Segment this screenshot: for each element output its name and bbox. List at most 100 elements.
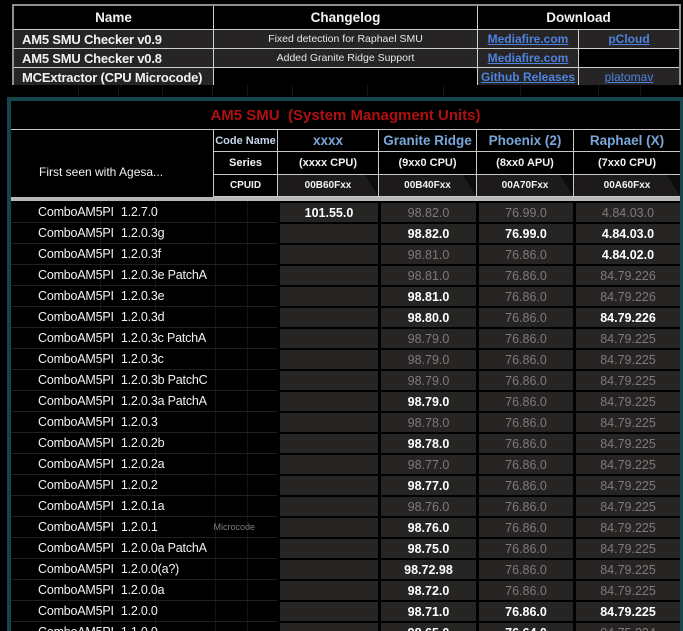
smu-value-raphael: 84.79.225: [573, 369, 680, 390]
agesa-version: 1.2.0.3d: [121, 310, 165, 324]
agesa-prefix: ComboAM5PI: [38, 331, 114, 345]
table-row: ComboAM5PI1.2.0.1 Microcode 98.76.0 76.8…: [11, 516, 680, 537]
smu-value-granite-ridge: 98.81.0: [378, 285, 476, 306]
series-label: Series: [213, 152, 277, 175]
agesa-version: 1.2.0.3e: [121, 289, 165, 303]
agesa-version: 1.2.0.1a: [121, 499, 165, 513]
smu-value-raphael: 84.79.225: [573, 579, 680, 600]
column-header-granite-ridge: Granite Ridge: [378, 130, 476, 152]
download-cell: Mediafire.com: [477, 48, 578, 67]
smu-value-xxxx: [277, 306, 378, 327]
agesa-prefix: ComboAM5PI: [38, 394, 114, 408]
smu-value-xxxx: [277, 264, 378, 285]
download-cell: Github Releases: [477, 67, 578, 86]
agesa-name-cell: ComboAM5PI1.2.0.3g: [11, 222, 277, 243]
smu-value-granite-ridge: 98.82.0: [378, 222, 476, 243]
agesa-prefix: ComboAM5PI: [38, 604, 114, 618]
agesa-version: 1.2.0.0a: [121, 583, 165, 597]
series-granite-ridge: (9xx0 CPU): [378, 152, 476, 175]
smu-value-xxxx: [277, 348, 378, 369]
first-seen-label: First seen with Agesa...: [11, 130, 213, 197]
smu-value-raphael: 84.79.225: [573, 390, 680, 411]
table-row: ComboAM5PI1.2.0.0a PatchA 98.75.0 76.86.…: [11, 537, 680, 558]
downloads-header-row: Name Changelog Download: [14, 6, 679, 29]
github-releases-link[interactable]: Github Releases: [481, 70, 575, 84]
platomav-link[interactable]: platomav: [605, 70, 654, 84]
agesa-prefix: ComboAM5PI: [38, 415, 114, 429]
smu-value-phoenix: 76.86.0: [476, 327, 573, 348]
smu-value-granite-ridge: 98.76.0: [378, 516, 476, 537]
agesa-prefix: ComboAM5PI: [38, 625, 114, 631]
smu-value-phoenix: 76.86.0: [476, 537, 573, 558]
smu-value-phoenix: 76.86.0: [476, 579, 573, 600]
agesa-prefix: ComboAM5PI: [38, 478, 114, 492]
spreadsheet-gridlines: [0, 85, 683, 97]
pcloud-link[interactable]: pCloud: [608, 32, 649, 46]
agesa-name-cell: ComboAM5PI1.2.0.3d: [11, 306, 277, 327]
smu-value-phoenix: 76.86.0: [476, 474, 573, 495]
table-row: ComboAM5PI1.2.0.3e PatchA 98.81.0 76.86.…: [11, 264, 680, 285]
smu-value-phoenix: 76.86.0: [476, 558, 573, 579]
smu-value-xxxx: [277, 537, 378, 558]
smu-value-xxxx: [277, 600, 378, 621]
smu-value-raphael: 84.79.225: [573, 474, 680, 495]
smu-table-header: First seen with Agesa... Code Name xxxx …: [11, 130, 680, 197]
smu-value-granite-ridge: 98.81.0: [378, 264, 476, 285]
header-changelog: Changelog: [213, 6, 477, 29]
smu-value-granite-ridge: 98.82.0: [378, 201, 476, 222]
table-row: ComboAM5PI1.2.0.3b PatchC 98.79.0 76.86.…: [11, 369, 680, 390]
tool-name: MCExtractor (CPU Microcode): [14, 67, 213, 86]
smu-value-granite-ridge: 98.79.0: [378, 369, 476, 390]
agesa-name-cell: ComboAM5PI1.2.0.0a: [11, 579, 277, 600]
smu-value-raphael: 84.79.225: [573, 432, 680, 453]
agesa-version: 1.1.0.0: [121, 625, 158, 631]
table-row: ComboAM5PI1.2.0.0 98.71.0 76.86.0 84.79.…: [11, 600, 680, 621]
agesa-prefix: ComboAM5PI: [38, 289, 114, 303]
smu-value-phoenix: 76.86.0: [476, 390, 573, 411]
smu-value-phoenix: 76.86.0: [476, 264, 573, 285]
smu-value-granite-ridge: 98.81.0: [378, 243, 476, 264]
smu-value-granite-ridge: 98.72.98: [378, 558, 476, 579]
agesa-name-cell: ComboAM5PI1.2.0.3b PatchC: [11, 369, 277, 390]
cpuid-phoenix: 00A70Fxx: [476, 175, 573, 197]
smu-value-raphael: 84.79.225: [573, 516, 680, 537]
mediafire-link[interactable]: Mediafire.com: [488, 51, 569, 65]
code-name-label: Code Name: [213, 130, 277, 152]
agesa-name-cell: ComboAM5PI1.2.0.3f: [11, 243, 277, 264]
agesa-prefix: ComboAM5PI: [38, 436, 114, 450]
table-row: ComboAM5PI1.2.0.0(a?) 98.72.98 76.86.0 8…: [11, 558, 680, 579]
agesa-prefix: ComboAM5PI: [38, 562, 114, 576]
smu-value-xxxx: [277, 222, 378, 243]
agesa-version: 1.2.0.3b PatchC: [121, 373, 208, 387]
changelog-text: Fixed detection for Raphael SMU: [213, 29, 477, 48]
smu-value-raphael: 84.79.225: [573, 348, 680, 369]
smu-value-raphael: 4.84.03.0: [573, 201, 680, 222]
smu-value-granite-ridge: 98.71.0: [378, 600, 476, 621]
agesa-name-cell: ComboAM5PI1.2.0.0: [11, 600, 277, 621]
agesa-version: 1.2.0.2: [121, 478, 158, 492]
agesa-name-cell: ComboAM5PI1.2.0.0(a?): [11, 558, 277, 579]
mediafire-link[interactable]: Mediafire.com: [488, 32, 569, 46]
agesa-prefix: ComboAM5PI: [38, 541, 114, 555]
agesa-name-cell: ComboAM5PI1.2.0.3: [11, 411, 277, 432]
smu-value-raphael: 84.79.226: [573, 306, 680, 327]
series-raphael: (7xx0 CPU): [573, 152, 680, 175]
agesa-version: 1.2.0.0a PatchA: [121, 541, 207, 555]
smu-value-xxxx: [277, 432, 378, 453]
tool-name: AM5 SMU Checker v0.8: [14, 48, 213, 67]
smu-value-raphael: 84.79.225: [573, 600, 680, 621]
agesa-version: 1.2.0.3f: [121, 247, 161, 261]
smu-value-granite-ridge: 98.79.0: [378, 327, 476, 348]
smu-value-phoenix: 76.86.0: [476, 453, 573, 474]
smu-value-granite-ridge: 98.77.0: [378, 453, 476, 474]
smu-value-raphael: 4.84.02.0: [573, 243, 680, 264]
smu-value-granite-ridge: 98.79.0: [378, 348, 476, 369]
smu-value-granite-ridge: 98.77.0: [378, 474, 476, 495]
column-header-xxxx: xxxx: [277, 130, 378, 152]
download-cell: pCloud: [578, 29, 679, 48]
smu-value-granite-ridge: 98.72.0: [378, 579, 476, 600]
smu-value-xxxx: [277, 558, 378, 579]
smu-value-xxxx: [277, 390, 378, 411]
agesa-prefix: ComboAM5PI: [38, 520, 114, 534]
agesa-name-cell: ComboAM5PI1.2.0.2a: [11, 453, 277, 474]
